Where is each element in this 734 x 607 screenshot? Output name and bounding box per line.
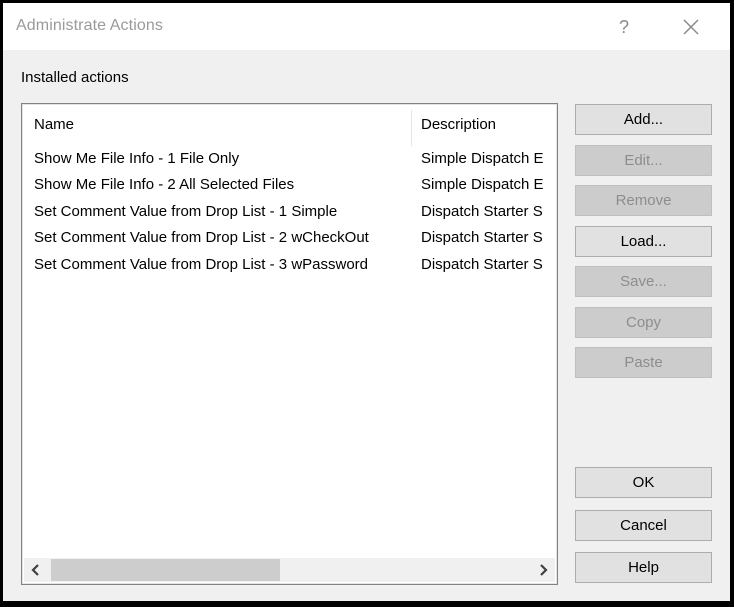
window-title: Administrate Actions <box>16 17 163 34</box>
list-item[interactable]: Show Me File Info - 2 All Selected Files… <box>22 172 557 198</box>
save-button[interactable]: Save... <box>575 266 712 297</box>
administrate-actions-dialog: Administrate Actions ? Installed actions… <box>3 3 730 601</box>
load-button[interactable]: Load... <box>575 226 712 257</box>
list-item[interactable]: Set Comment Value from Drop List - 3 wPa… <box>22 252 557 278</box>
edit-button[interactable]: Edit... <box>575 145 712 176</box>
item-description: Dispatch Starter S <box>421 203 543 220</box>
help-button[interactable]: Help <box>575 552 712 583</box>
horizontal-scrollbar[interactable] <box>24 558 555 582</box>
remove-button[interactable]: Remove <box>575 185 712 216</box>
installed-actions-list[interactable]: Name Description Show Me File Info - 1 F… <box>21 103 558 585</box>
scroll-right-button[interactable] <box>531 558 555 582</box>
column-header-description[interactable]: Description <box>421 116 496 133</box>
paste-button[interactable]: Paste <box>575 347 712 378</box>
item-name: Show Me File Info - 1 File Only <box>34 150 240 167</box>
item-description: Dispatch Starter S <box>421 256 543 273</box>
item-name: Set Comment Value from Drop List - 2 wCh… <box>34 229 369 246</box>
chevron-left-icon <box>31 564 39 576</box>
chevron-right-icon <box>540 564 548 576</box>
add-button[interactable]: Add... <box>575 104 712 135</box>
item-name: Show Me File Info - 2 All Selected Files <box>34 176 295 193</box>
item-description: Dispatch Starter S <box>421 229 543 246</box>
column-separator[interactable] <box>411 110 412 146</box>
item-name: Set Comment Value from Drop List - 3 wPa… <box>34 256 369 273</box>
scrollbar-thumb[interactable] <box>51 559 280 581</box>
copy-button[interactable]: Copy <box>575 307 712 338</box>
close-icon <box>683 19 699 35</box>
title-bar: Administrate Actions ? <box>3 3 730 50</box>
installed-actions-label: Installed actions <box>21 69 129 86</box>
column-header-name[interactable]: Name <box>34 116 74 133</box>
item-name: Set Comment Value from Drop List - 1 Sim… <box>34 203 338 220</box>
cancel-button[interactable]: Cancel <box>575 510 712 541</box>
scroll-left-button[interactable] <box>24 558 48 582</box>
list-item[interactable]: Set Comment Value from Drop List - 1 Sim… <box>22 199 557 225</box>
close-button[interactable] <box>675 11 707 43</box>
item-description: Simple Dispatch E <box>421 176 544 193</box>
help-title-button[interactable]: ? <box>610 13 638 41</box>
item-description: Simple Dispatch E <box>421 150 544 167</box>
list-item[interactable]: Set Comment Value from Drop List - 2 wCh… <box>22 225 557 251</box>
list-item[interactable]: Show Me File Info - 1 File Only Simple D… <box>22 146 557 172</box>
list-header: Name Description <box>22 104 557 146</box>
ok-button[interactable]: OK <box>575 467 712 498</box>
